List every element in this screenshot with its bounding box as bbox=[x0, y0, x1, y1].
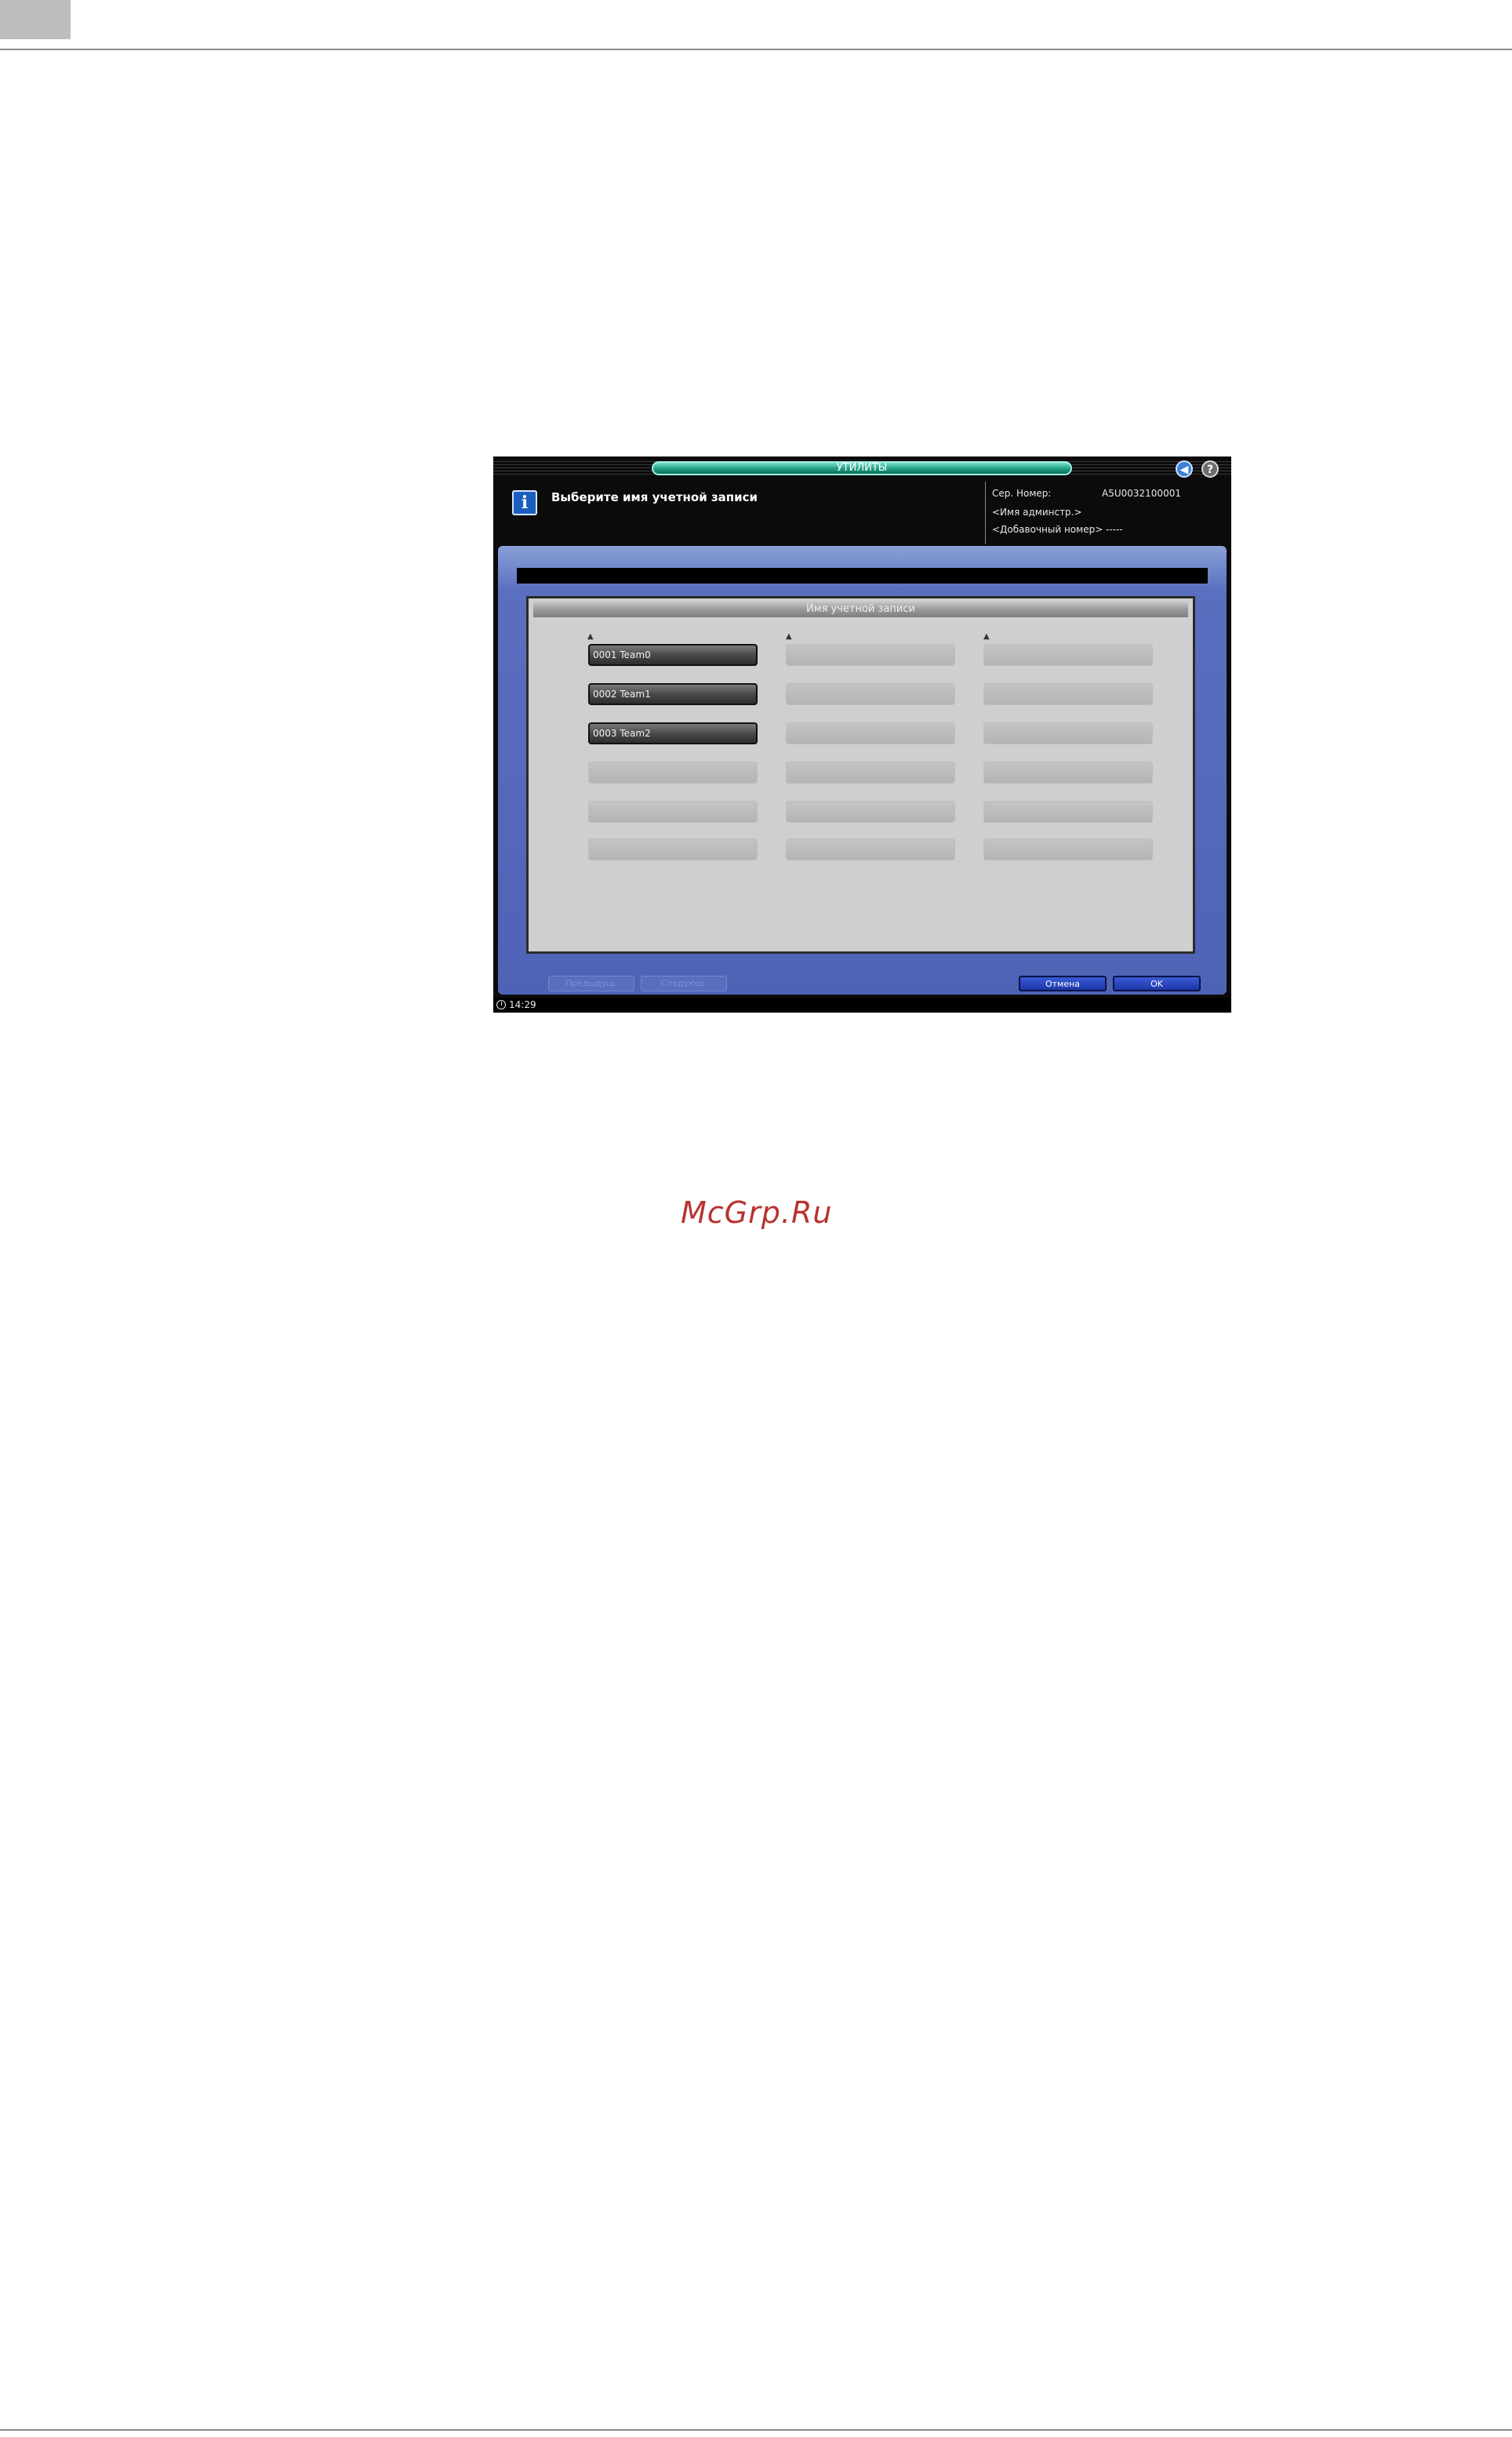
device-info-panel: Сер. Номер: A5U0032100001 <Имя админстр.… bbox=[985, 482, 1231, 544]
device-screen: УТИЛИТЫ ◀ ? i Выберите имя учетной запис… bbox=[493, 456, 1231, 1013]
admin-label: <Имя админстр.> bbox=[992, 507, 1082, 518]
page-corner-block bbox=[0, 0, 71, 39]
previous-page-button[interactable]: Предыдущ. bbox=[548, 976, 634, 991]
work-frame: Имя учетной записи ▲ ▲ ▲ 0001 Team0 0002… bbox=[498, 546, 1227, 995]
cancel-button[interactable]: Отмена bbox=[1019, 976, 1107, 991]
admin-row: <Имя админстр.> bbox=[992, 507, 1082, 518]
empty-account-slot bbox=[786, 762, 955, 784]
content-title-strip bbox=[517, 568, 1208, 584]
column-marker-icon: ▲ bbox=[587, 632, 594, 641]
empty-account-slot bbox=[786, 683, 955, 705]
instruction-message: Выберите имя учетной записи bbox=[551, 490, 758, 504]
column-marker-icon: ▲ bbox=[983, 632, 990, 641]
account-button-team2[interactable]: 0003 Team2 bbox=[588, 722, 758, 744]
speaker-icon[interactable]: ◀ bbox=[1176, 460, 1193, 478]
account-button-team0[interactable]: 0001 Team0 bbox=[588, 644, 758, 666]
empty-account-slot bbox=[588, 838, 758, 860]
info-icon: i bbox=[512, 490, 537, 515]
account-list-header: Имя учетной записи bbox=[533, 602, 1188, 617]
empty-account-slot bbox=[786, 722, 955, 744]
account-list-panel: Имя учетной записи ▲ ▲ ▲ 0001 Team0 0002… bbox=[526, 596, 1195, 954]
extension-row: <Добавочный номер> ----- bbox=[992, 524, 1123, 535]
serial-value: A5U0032100001 bbox=[1102, 488, 1181, 499]
empty-account-slot bbox=[983, 722, 1153, 744]
serial-row: Сер. Номер: A5U0032100001 bbox=[992, 488, 1181, 499]
empty-account-slot bbox=[983, 838, 1153, 860]
serial-label: Сер. Номер: bbox=[992, 488, 1052, 499]
empty-account-slot bbox=[588, 801, 758, 823]
help-icon[interactable]: ? bbox=[1201, 460, 1219, 478]
empty-account-slot bbox=[786, 838, 955, 860]
watermark-text: McGrp.Ru bbox=[681, 1195, 833, 1230]
empty-account-slot bbox=[983, 683, 1153, 705]
column-marker-icon: ▲ bbox=[786, 632, 792, 641]
empty-account-slot bbox=[983, 762, 1153, 784]
clock-time: 14:29 bbox=[509, 999, 536, 1010]
next-page-button[interactable]: Следующ. bbox=[641, 976, 727, 991]
extension-label: <Добавочный номер> ----- bbox=[992, 524, 1123, 535]
bottom-rule bbox=[0, 2429, 1512, 2431]
top-rule bbox=[0, 49, 1512, 50]
status-bar: 14:29 bbox=[493, 998, 1231, 1013]
ok-button[interactable]: OK bbox=[1113, 976, 1201, 991]
screen-title: УТИЛИТЫ bbox=[652, 461, 1072, 475]
empty-account-slot bbox=[983, 801, 1153, 823]
empty-account-slot bbox=[786, 801, 955, 823]
title-bar: УТИЛИТЫ ◀ ? bbox=[493, 456, 1231, 482]
empty-account-slot bbox=[786, 644, 955, 666]
empty-account-slot bbox=[588, 762, 758, 784]
empty-account-slot bbox=[983, 644, 1153, 666]
clock-icon bbox=[496, 1000, 506, 1009]
account-button-team1[interactable]: 0002 Team1 bbox=[588, 683, 758, 705]
